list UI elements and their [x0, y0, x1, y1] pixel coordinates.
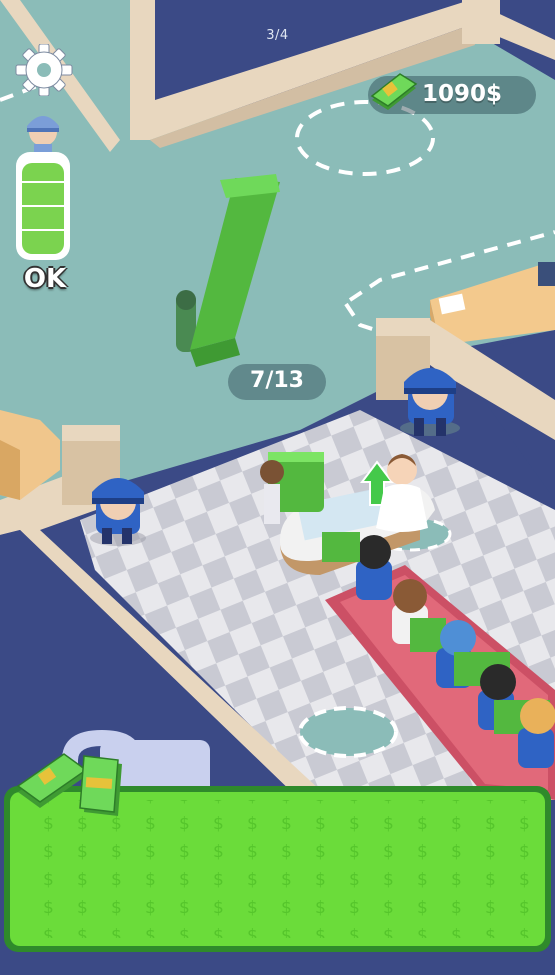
money-counter: 1090$ [368, 73, 536, 114]
guard-status-label: OK [23, 264, 67, 294]
capacity-counter: 7/13 [228, 364, 326, 400]
pillar-left-top [62, 425, 120, 441]
desk-block [538, 262, 555, 286]
cash-stack-icon [370, 73, 418, 110]
settings-button[interactable] [12, 43, 76, 97]
police-officer-right [400, 368, 460, 436]
crate-side [0, 440, 20, 500]
guard-avatar [20, 108, 66, 154]
police-officer-icon [27, 116, 59, 154]
police-officer-left [90, 478, 146, 546]
gear-icon [15, 43, 73, 97]
level-page-indicator: 3/4 [266, 28, 289, 43]
money-amount: 1090$ [422, 81, 503, 107]
capacity-counter-label: 7/13 [250, 368, 304, 393]
receptionist-body [376, 484, 428, 532]
guard-energy-bar [14, 150, 72, 262]
drop-zone-bottom [298, 706, 398, 758]
cash-ad-banner[interactable]: $ [0, 752, 555, 952]
energy-fill [22, 163, 64, 254]
pillar-right-top [376, 318, 430, 336]
